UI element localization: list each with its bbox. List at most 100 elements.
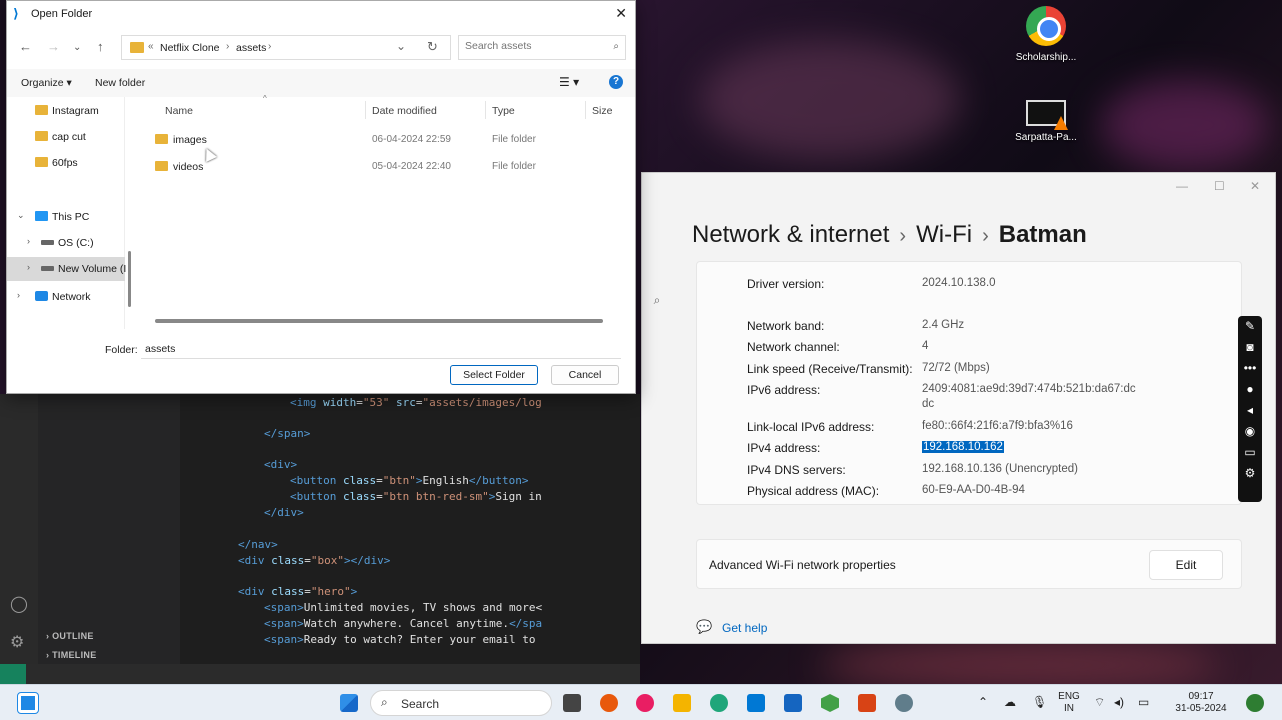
breadcrumb-network[interactable]: Network & internet <box>692 221 889 248</box>
outline-section[interactable]: › OUTLINE <box>46 631 94 641</box>
help-icon[interactable]: ? <box>609 75 623 89</box>
nav-item[interactable]: › OS (C:) <box>7 231 125 255</box>
recent-chevron-icon[interactable]: ⌄ <box>73 42 81 53</box>
breadcrumb-wifi[interactable]: Wi-Fi <box>916 221 972 248</box>
get-help-link[interactable]: Get help <box>722 621 767 635</box>
microphone-icon[interactable]: 🎙 <box>1032 695 1047 709</box>
nodejs-icon[interactable] <box>821 694 839 712</box>
code-token: Unlimited movies, TV shows and more< <box>303 601 543 614</box>
column-name[interactable]: Name <box>165 105 193 117</box>
webcam-icon[interactable]: ◉ <box>1238 421 1262 442</box>
back-arrow-icon[interactable]: ← <box>19 39 32 54</box>
search-input[interactable] <box>465 40 595 52</box>
column-type[interactable]: Type <box>492 105 515 117</box>
file-row[interactable]: videos 05-04-2024 22:40 File folder <box>147 154 627 180</box>
nav-item[interactable]: ⌄ This PC <box>7 205 125 229</box>
address-bar[interactable]: « Netflix Clone › assets › ⌄ <box>121 35 451 60</box>
search-icon[interactable]: ⌕ <box>642 293 672 317</box>
nav-item[interactable]: › New Volume (I <box>7 257 126 281</box>
gear-icon[interactable]: ⚙ <box>10 632 24 652</box>
cancel-button[interactable]: Cancel <box>551 365 619 385</box>
column-divider[interactable] <box>585 101 586 119</box>
close-icon[interactable]: ✕ <box>615 5 627 22</box>
cloud-icon[interactable]: ☁ <box>1004 695 1016 709</box>
property-value: 60-E9-AA-D0-4B-94 <box>922 484 1025 496</box>
firefox-icon[interactable] <box>600 694 618 712</box>
edit-button[interactable]: Edit <box>1149 550 1223 580</box>
file-explorer-icon[interactable] <box>673 694 691 712</box>
column-divider[interactable] <box>365 101 366 119</box>
column-divider[interactable] <box>485 101 486 119</box>
timeline-section[interactable]: › TIMELINE <box>46 650 97 660</box>
folder-icon <box>155 134 168 144</box>
search-field[interactable]: ⌕ <box>458 35 626 60</box>
desktop-icon-movie[interactable]: Sarpatta-Pa... <box>1011 100 1081 143</box>
folder-icon <box>130 42 144 53</box>
column-date[interactable]: Date modified <box>372 105 437 117</box>
network-icon <box>35 291 48 301</box>
task-view-icon[interactable] <box>563 694 581 712</box>
language-indicator[interactable]: ENG IN <box>1056 691 1082 715</box>
organize-button[interactable]: Organize ▾ <box>21 77 72 89</box>
maximize-button[interactable]: ☐ <box>1214 179 1225 193</box>
speaker-icon[interactable]: ◂ <box>1238 400 1262 421</box>
screen-icon[interactable]: ▭ <box>1238 442 1262 463</box>
breadcrumb-netflix-clone[interactable]: Netflix Clone <box>160 42 220 54</box>
select-folder-button[interactable]: Select Folder <box>450 365 538 385</box>
settings-icon[interactable] <box>895 694 913 712</box>
taskbar-search[interactable]: ⌕ Search <box>370 690 552 716</box>
store-icon[interactable] <box>784 694 802 712</box>
start-icon[interactable] <box>340 694 358 712</box>
property-value: 4 <box>922 340 929 352</box>
file-row[interactable]: images 06-04-2024 22:59 File folder <box>147 127 627 153</box>
overflow-icon[interactable]: « <box>148 41 154 52</box>
nav-item[interactable]: cap cut <box>7 125 125 149</box>
desktop-icon-label: Sarpatta-Pa... <box>1015 132 1077 143</box>
view-options-icon[interactable]: ☰ ▾ <box>559 75 579 89</box>
code-area[interactable]: <img width="53" src="assets/images/log </… <box>230 394 640 664</box>
breadcrumb-assets[interactable]: assets <box>236 42 266 54</box>
chevron-right-icon[interactable]: › <box>27 236 30 246</box>
chevron-right-icon[interactable]: › <box>27 262 30 272</box>
property-value[interactable]: 192.168.10.162 <box>922 441 1004 453</box>
more-icon[interactable]: ••• <box>1238 358 1262 379</box>
clock-date: 31-05-2024 <box>1175 703 1227 714</box>
new-folder-button[interactable]: New folder <box>95 77 145 89</box>
forward-arrow-icon[interactable]: → <box>47 39 60 54</box>
gear-icon[interactable]: ⚙ <box>1238 463 1262 484</box>
close-button[interactable]: ✕ <box>1250 179 1260 193</box>
powerpoint-icon[interactable] <box>858 694 876 712</box>
instagram-icon[interactable] <box>636 694 654 712</box>
remote-indicator[interactable] <box>0 664 26 684</box>
folder-name-input[interactable] <box>141 339 621 359</box>
battery-icon[interactable]: ▭ <box>1138 695 1149 709</box>
edge-icon[interactable] <box>710 694 728 712</box>
widgets-icon[interactable] <box>17 692 39 714</box>
chevron-down-icon[interactable]: ⌄ <box>396 39 406 53</box>
nav-item[interactable]: Instagram <box>7 99 125 123</box>
refresh-icon[interactable]: ↻ <box>427 39 438 55</box>
clock[interactable]: 09:17 31-05-2024 <box>1172 691 1230 715</box>
camera-icon[interactable]: ◙ <box>1238 337 1262 358</box>
chevron-right-icon[interactable]: › <box>17 290 20 300</box>
pen-icon[interactable]: ✎ <box>1238 316 1262 337</box>
account-icon[interactable]: ◯ <box>10 594 28 614</box>
minimize-button[interactable]: — <box>1176 179 1188 193</box>
volume-icon[interactable]: ◂) <box>1114 695 1124 709</box>
nav-scrollbar[interactable] <box>128 251 131 307</box>
nav-item[interactable]: 60fps <box>7 151 125 175</box>
desktop-icon-chrome[interactable]: Scholarship... <box>1011 6 1081 63</box>
chevron-up-icon[interactable]: ⌃ <box>978 695 988 709</box>
code-token: class <box>271 554 305 567</box>
explorer-sidebar: › OUTLINE › TIMELINE <box>38 394 180 664</box>
wifi-icon[interactable]: ⌔ <box>1094 695 1105 710</box>
copilot-icon[interactable] <box>1246 694 1264 712</box>
vscode-logo-icon: ⟩ <box>13 6 19 21</box>
microphone-icon[interactable]: ● <box>1238 379 1262 400</box>
chevron-down-icon[interactable]: ⌄ <box>17 210 25 221</box>
horizontal-scrollbar[interactable] <box>155 319 603 323</box>
nav-item[interactable]: › Network <box>7 285 125 309</box>
up-arrow-icon[interactable]: ↑ <box>97 39 104 54</box>
vscode-icon[interactable] <box>747 694 765 712</box>
column-size[interactable]: Size <box>592 105 612 117</box>
